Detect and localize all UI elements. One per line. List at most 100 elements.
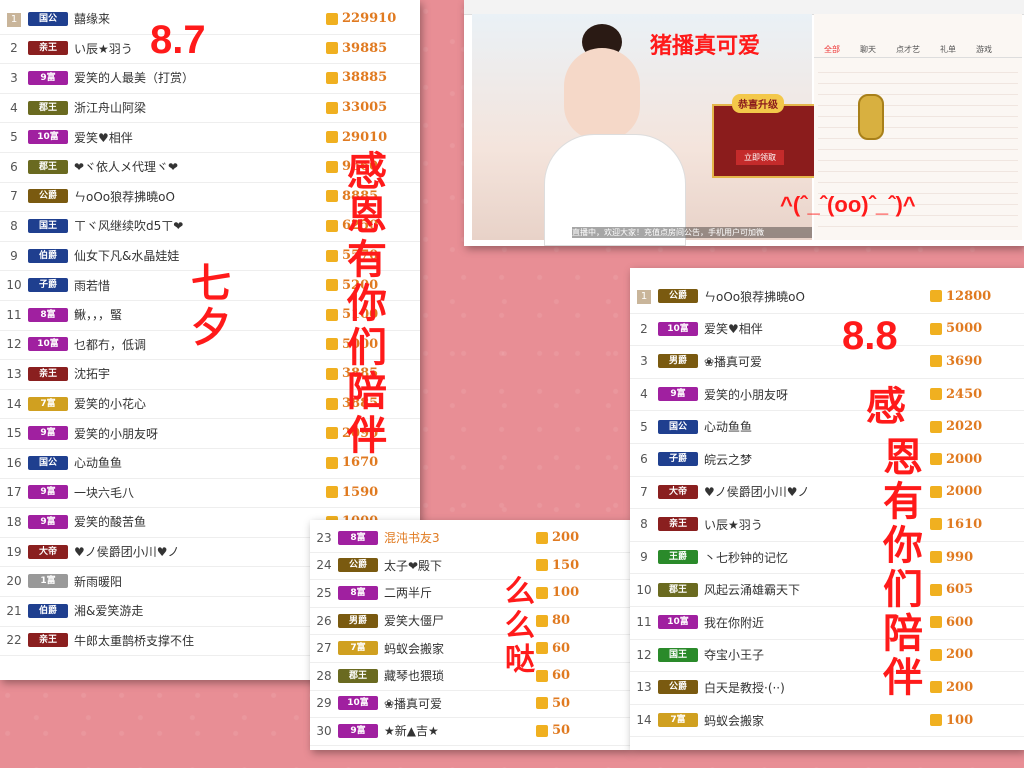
user-name[interactable]: 太子❤殿下 (384, 557, 536, 574)
chat-tab[interactable]: 聊天 (850, 42, 886, 57)
contribution-value: 605 (946, 582, 974, 598)
contribution-value: 12800 (946, 288, 992, 304)
table-row[interactable]: 17 9富 一块六毛八 1590 (0, 478, 420, 509)
rank-number: 5 (10, 130, 18, 145)
user-name[interactable]: 混沌书友3 (384, 529, 536, 546)
rank-number: 10 (636, 582, 652, 597)
user-name[interactable]: ♥ノ侯爵团小川♥ノ (74, 543, 326, 560)
user-name[interactable]: 一块六毛八 (74, 484, 326, 501)
user-name[interactable]: 蚂蚁会搬家 (704, 712, 930, 729)
coin-icon (536, 724, 548, 737)
rank-badge: 8富 (338, 530, 378, 545)
coin-icon (930, 322, 942, 335)
user-name[interactable]: 心动鱼鱼 (74, 454, 326, 471)
coin-icon (536, 697, 548, 710)
table-row[interactable]: 1 公爵 ㄣoOo狼荐拂曉oO 12800 (630, 280, 1024, 314)
chat-tab[interactable]: 全部 (814, 42, 850, 57)
upgrade-claim-button[interactable]: 立即领取 (736, 150, 784, 165)
rank-number: 29 (316, 696, 332, 711)
rank-number: 7 (640, 484, 648, 499)
chat-tab[interactable]: 礼单 (930, 42, 966, 57)
rank-number: 11 (6, 307, 22, 322)
table-row[interactable]: 8 亲王 い辰★羽う 1610 (630, 508, 1024, 542)
contribution-value: 100 (552, 585, 580, 601)
rank-number: 4 (640, 387, 648, 402)
table-row[interactable]: 5 10富 爱笑♥相伴 29010 (0, 122, 420, 153)
table-row[interactable]: 12 国王 夺宝小王子 200 (630, 639, 1024, 673)
video-area[interactable]: 恭喜升级 立即领取 直播中，欢迎大家！充值点房间公告，手机用户可加微 (472, 14, 826, 246)
rank-number: 12 (636, 647, 652, 662)
rank-number: 26 (316, 613, 332, 628)
table-row[interactable]: 4 9富 爱笑的小朋友呀 2450 (630, 378, 1024, 412)
table-row[interactable]: 6 子爵 皖云之梦 2000 (630, 443, 1024, 477)
rank-badge: 男爵 (658, 354, 698, 369)
table-row[interactable]: 5 国公 心动鱼鱼 2020 (630, 410, 1024, 444)
rank-badge: 公爵 (28, 189, 68, 204)
table-row[interactable]: 1 国公 囍缘来 229910 (0, 4, 420, 35)
rank-badge: 郡王 (28, 100, 68, 115)
rank-number: 21 (6, 603, 22, 618)
contribution-value: 990 (946, 549, 974, 565)
user-name[interactable]: ㄣoOo狼荐拂曉oO (74, 188, 326, 205)
contribution-value: 2000 (946, 451, 983, 467)
table-row[interactable]: 14 7富 蚂蚁会搬家 100 (630, 704, 1024, 738)
table-row[interactable]: 28 郡王 藏琴也猥琐 60 (310, 662, 630, 691)
user-name[interactable]: 湘&爱笑游走 (74, 602, 326, 619)
rank-badge: 9富 (28, 514, 68, 529)
table-row[interactable]: 2 10富 爱笑♥相伴 5000 (630, 313, 1024, 347)
table-row[interactable]: 30 9富 ★新▲吉★ 50 (310, 717, 630, 746)
user-name[interactable]: 爱笑的小朋友呀 (74, 425, 326, 442)
table-row[interactable]: 13 公爵 白天是教授·(··) 200 (630, 671, 1024, 705)
user-name[interactable]: ❤ヾ依人メ代理ヾ❤ (74, 158, 326, 175)
rank-badge: 9富 (28, 485, 68, 500)
rank-number: 10 (6, 278, 22, 293)
user-name[interactable]: 沈拓宇 (74, 365, 326, 382)
chat-tab[interactable]: 游戏 (966, 42, 1002, 57)
table-row[interactable]: 10 郡王 风起云涌雄霸天下 605 (630, 573, 1024, 607)
user-name[interactable]: 牛郎太重鹊桥支撑不住 (74, 632, 326, 649)
user-name[interactable]: 爱笑的酸苦鱼 (74, 513, 326, 530)
user-name[interactable]: ㄣoOo狼荐拂曉oO (704, 288, 930, 305)
table-row[interactable]: 11 10富 我在你附近 600 (630, 606, 1024, 640)
chat-tab[interactable]: 点才艺 (886, 42, 930, 57)
table-row[interactable]: 27 7富 蚂蚁会搬家 60 (310, 634, 630, 663)
thanks-text-right-first: 感 (866, 385, 906, 429)
user-name[interactable]: ㄒヾ风继续吹d5ㄒ❤ (74, 217, 326, 234)
table-row[interactable]: 7 大帝 ♥ノ侯爵团小川♥ノ 2000 (630, 476, 1024, 510)
contribution-value: 200 (552, 530, 580, 546)
rank-number: 6 (10, 159, 18, 174)
user-name[interactable]: 爱笑的人最美（打赏） (74, 69, 326, 86)
user-name[interactable]: ❀播真可爱 (384, 695, 536, 712)
user-name[interactable]: ★新▲吉★ (384, 722, 536, 739)
contribution-value: 50 (552, 695, 571, 711)
contribution-value: 600 (946, 614, 974, 630)
contribution-value: 200 (946, 647, 974, 663)
table-row[interactable]: 9 王爵 丶七秒钟的记忆 990 (630, 541, 1024, 575)
rank-number: 13 (636, 680, 652, 695)
user-name[interactable]: 爱笑♥相伴 (74, 129, 326, 146)
rank-badge: 郡王 (658, 582, 698, 597)
user-name[interactable]: 爱笑的小花心 (74, 395, 326, 412)
table-row[interactable]: 4 郡王 浙江舟山阿梁 33005 (0, 93, 420, 124)
table-row[interactable]: 25 8富 二两半斤 100 (310, 579, 630, 608)
rank-badge: 国王 (28, 218, 68, 233)
rank-badge: 1富 (28, 574, 68, 589)
user-name[interactable]: 新雨暖阳 (74, 573, 326, 590)
coin-icon (930, 551, 942, 564)
user-name[interactable]: 浙江舟山阿梁 (74, 99, 326, 116)
table-row[interactable]: 23 8富 混沌书友3 200 (310, 524, 630, 553)
table-row[interactable]: 26 男爵 爱笑大僵尸 80 (310, 607, 630, 636)
table-row[interactable]: 24 公爵 太子❤殿下 150 (310, 552, 630, 581)
table-row[interactable]: 3 9富 爱笑的人最美（打赏） 38885 (0, 63, 420, 94)
table-row[interactable]: 3 男爵 ❀播真可爱 3690 (630, 345, 1024, 379)
rank-number: 27 (316, 641, 332, 656)
coin-icon (930, 714, 942, 727)
rank-badge: 公爵 (338, 558, 378, 573)
rank-badge: 7富 (28, 396, 68, 411)
table-row[interactable]: 2 亲王 い辰★羽う 39885 (0, 34, 420, 65)
rank-badge: 伯爵 (28, 603, 68, 618)
coin-icon (930, 388, 942, 401)
rank-number: 17 (6, 485, 22, 500)
thanks-text-right: 恩有你们陪伴 (877, 436, 921, 700)
table-row[interactable]: 29 10富 ❀播真可爱 50 (310, 690, 630, 719)
